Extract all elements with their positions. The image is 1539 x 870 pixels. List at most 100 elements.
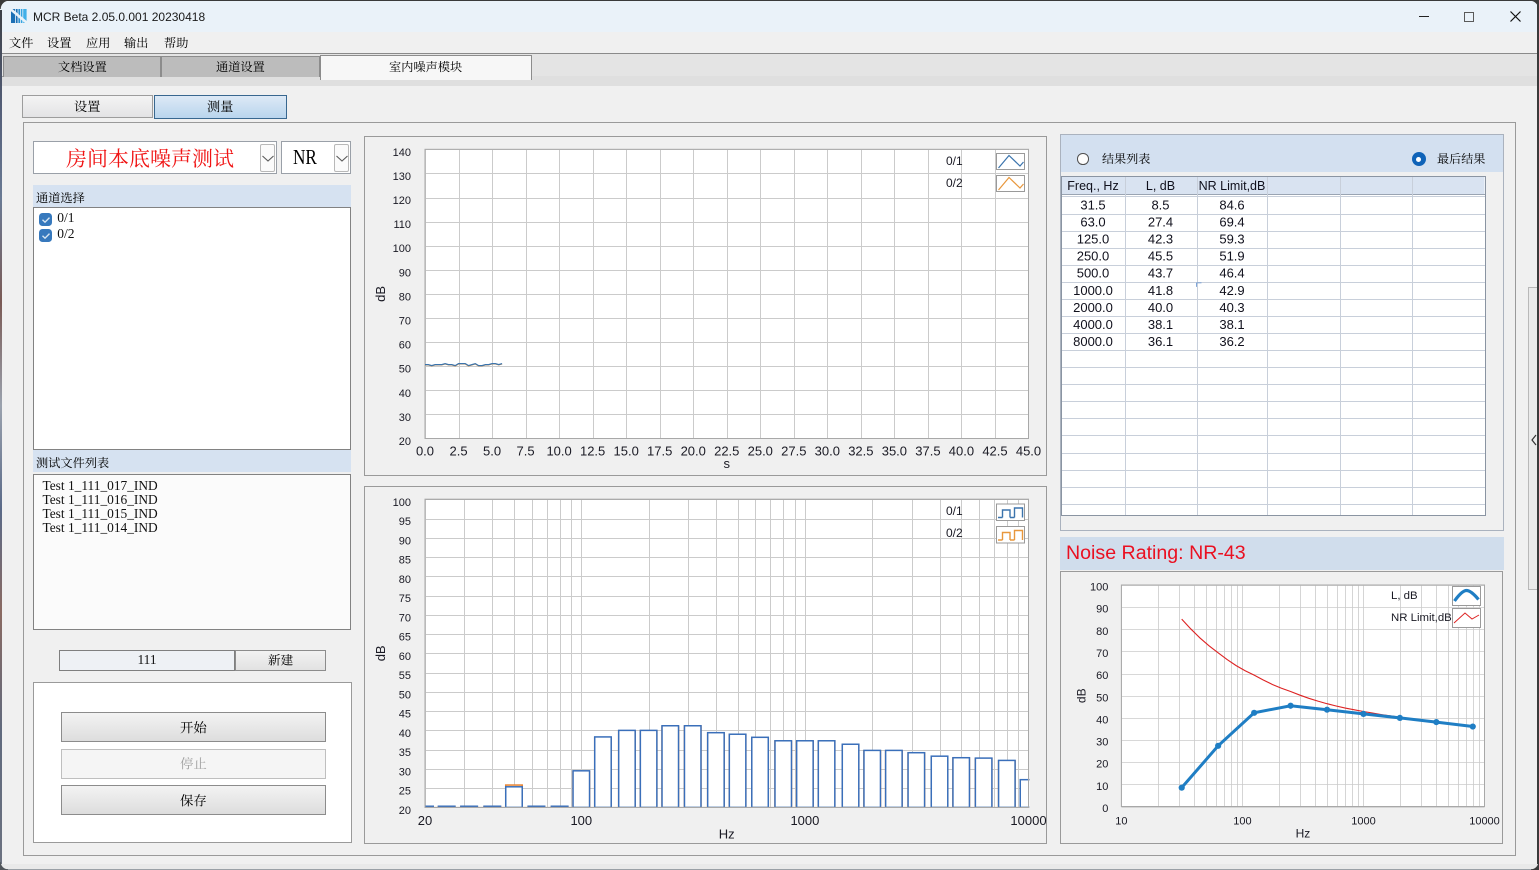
- svg-text:10000: 10000: [1010, 813, 1046, 828]
- svg-text:38.1: 38.1: [1148, 316, 1173, 331]
- svg-text:40: 40: [399, 388, 411, 400]
- svg-text:70: 70: [1096, 648, 1108, 660]
- svg-text:100: 100: [393, 497, 411, 509]
- svg-text:90: 90: [399, 535, 411, 547]
- svg-text:10: 10: [1115, 816, 1127, 828]
- svg-text:L, dB: L, dB: [1146, 179, 1175, 193]
- svg-text:100: 100: [1090, 582, 1108, 594]
- svg-text:20: 20: [399, 805, 411, 817]
- svg-text:Hz: Hz: [1296, 827, 1311, 841]
- svg-text:5.0: 5.0: [483, 444, 501, 459]
- svg-text:0/1: 0/1: [946, 154, 963, 168]
- svg-text:30.0: 30.0: [815, 444, 840, 459]
- svg-text:80: 80: [1096, 626, 1108, 638]
- svg-text:Hz: Hz: [719, 826, 735, 841]
- svg-text:Freq., Hz: Freq., Hz: [1067, 179, 1118, 193]
- svg-text:50: 50: [399, 689, 411, 701]
- svg-text:130: 130: [393, 171, 411, 183]
- svg-text:60: 60: [1096, 670, 1108, 682]
- svg-text:1000: 1000: [790, 813, 819, 828]
- svg-text:41.8: 41.8: [1148, 282, 1173, 297]
- svg-text:50: 50: [1096, 692, 1108, 704]
- svg-text:0/2: 0/2: [946, 176, 963, 190]
- svg-text:100: 100: [393, 243, 411, 255]
- svg-text:45: 45: [399, 709, 411, 721]
- svg-text:42.9: 42.9: [1219, 282, 1244, 297]
- svg-text:8.5: 8.5: [1151, 197, 1169, 212]
- svg-text:75: 75: [399, 593, 411, 605]
- svg-text:8000.0: 8000.0: [1073, 333, 1113, 348]
- svg-text:59.3: 59.3: [1219, 231, 1244, 246]
- svg-text:31.5: 31.5: [1080, 197, 1105, 212]
- svg-text:15.0: 15.0: [614, 444, 639, 459]
- svg-text:40.3: 40.3: [1219, 299, 1244, 314]
- svg-text:84.6: 84.6: [1219, 197, 1244, 212]
- svg-text:12.5: 12.5: [580, 444, 605, 459]
- svg-text:2.5: 2.5: [449, 444, 467, 459]
- svg-text:25: 25: [399, 786, 411, 798]
- svg-text:40: 40: [1096, 714, 1108, 726]
- svg-text:32.5: 32.5: [848, 444, 873, 459]
- svg-text:s: s: [724, 456, 731, 471]
- svg-text:40.0: 40.0: [949, 444, 974, 459]
- svg-text:43.7: 43.7: [1148, 265, 1173, 280]
- svg-text:1000: 1000: [1351, 816, 1375, 828]
- svg-text:10: 10: [1096, 781, 1108, 793]
- svg-text:140: 140: [393, 147, 411, 159]
- svg-text:0.0: 0.0: [416, 444, 434, 459]
- svg-text:250.0: 250.0: [1077, 248, 1110, 263]
- svg-text:95: 95: [399, 516, 411, 528]
- svg-text:100: 100: [1233, 816, 1251, 828]
- svg-text:dB: dB: [373, 286, 388, 302]
- svg-text:7.5: 7.5: [517, 444, 535, 459]
- svg-text:125.0: 125.0: [1077, 231, 1110, 246]
- svg-text:0: 0: [1102, 803, 1108, 815]
- svg-text:63.0: 63.0: [1080, 214, 1105, 229]
- svg-text:45.0: 45.0: [1016, 444, 1041, 459]
- svg-text:60: 60: [399, 651, 411, 663]
- svg-text:NR Limit,dB: NR Limit,dB: [1199, 179, 1266, 193]
- svg-text:10.0: 10.0: [546, 444, 571, 459]
- svg-text:51.9: 51.9: [1219, 248, 1244, 263]
- svg-text:80: 80: [399, 574, 411, 586]
- svg-text:80: 80: [399, 291, 411, 303]
- svg-text:30: 30: [399, 412, 411, 424]
- svg-text:60: 60: [399, 340, 411, 352]
- svg-text:120: 120: [393, 195, 411, 207]
- svg-text:0/1: 0/1: [946, 504, 963, 518]
- svg-text:40: 40: [399, 728, 411, 740]
- svg-text:30: 30: [1096, 737, 1108, 749]
- svg-text:20: 20: [1096, 759, 1108, 771]
- svg-text:4000.0: 4000.0: [1073, 316, 1113, 331]
- svg-text:65: 65: [399, 632, 411, 644]
- svg-text:45.5: 45.5: [1148, 248, 1173, 263]
- svg-text:10000: 10000: [1469, 816, 1500, 828]
- svg-text:46.4: 46.4: [1219, 265, 1244, 280]
- svg-text:40.0: 40.0: [1148, 299, 1173, 314]
- svg-text:27.5: 27.5: [781, 444, 806, 459]
- svg-text:110: 110: [393, 219, 411, 231]
- svg-text:dB: dB: [1074, 688, 1088, 703]
- svg-text:55: 55: [399, 670, 411, 682]
- svg-text:17.5: 17.5: [647, 444, 672, 459]
- svg-text:42.3: 42.3: [1148, 231, 1173, 246]
- svg-text:L, dB: L, dB: [1391, 590, 1418, 602]
- svg-text:37.5: 37.5: [915, 444, 940, 459]
- svg-text:2000.0: 2000.0: [1073, 299, 1113, 314]
- svg-text:20: 20: [399, 436, 411, 448]
- svg-text:27.4: 27.4: [1148, 214, 1173, 229]
- svg-text:500.0: 500.0: [1077, 265, 1110, 280]
- svg-text:42.5: 42.5: [982, 444, 1007, 459]
- svg-text:100: 100: [570, 813, 592, 828]
- svg-text:20: 20: [418, 813, 432, 828]
- svg-text:30: 30: [399, 766, 411, 778]
- svg-text:35: 35: [399, 747, 411, 759]
- svg-text:90: 90: [1096, 604, 1108, 616]
- svg-text:85: 85: [399, 555, 411, 567]
- svg-text:0/2: 0/2: [946, 526, 963, 540]
- svg-text:1000.0: 1000.0: [1073, 282, 1113, 297]
- svg-text:70: 70: [399, 316, 411, 328]
- svg-text:35.0: 35.0: [882, 444, 907, 459]
- svg-text:38.1: 38.1: [1219, 316, 1244, 331]
- svg-text:25.0: 25.0: [748, 444, 773, 459]
